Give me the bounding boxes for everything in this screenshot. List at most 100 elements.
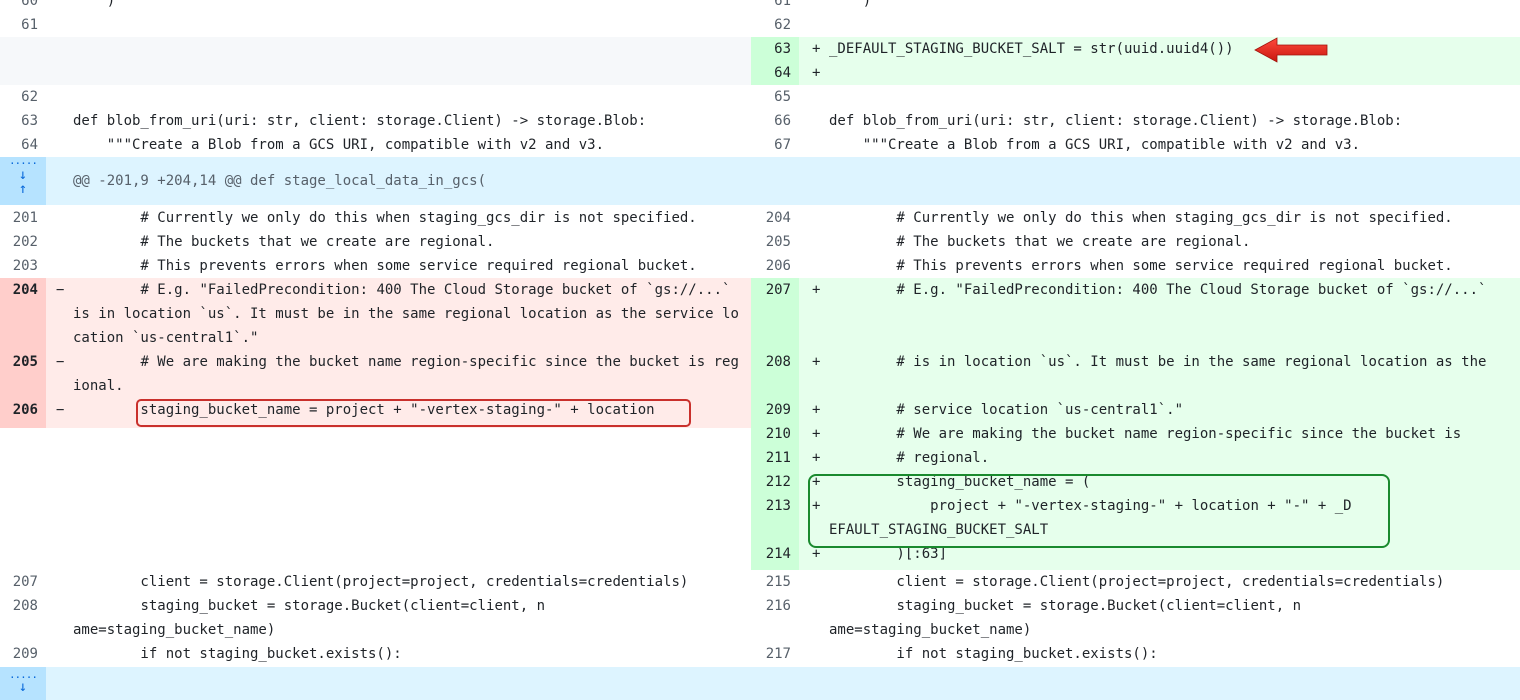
line-number[interactable]: 63 [0, 109, 46, 133]
code-line: # The buckets that we create are regiona… [829, 234, 1251, 250]
code-line: # This prevents errors when some service… [829, 258, 1453, 274]
line-number[interactable]: 212 [751, 470, 799, 494]
code-line: ) [829, 0, 872, 9]
line-number[interactable]: 63 [751, 37, 799, 61]
line-number[interactable]: 210 [751, 422, 799, 446]
code-line: def blob_from_uri(uri: str, client: stor… [829, 113, 1403, 129]
line-number[interactable]: 217 [751, 642, 799, 666]
line-number[interactable]: 204 [0, 278, 46, 350]
empty-side [0, 428, 751, 570]
code-line: # We are making the bucket name region-s… [829, 426, 1462, 442]
line-number[interactable]: 66 [751, 109, 799, 133]
diff-row-addition: 209 + # service location `us-central1`." [751, 398, 1520, 422]
diff-row-addition: 64 + [0, 61, 1520, 85]
line-number[interactable]: 211 [751, 446, 799, 470]
addition-marker: + [812, 282, 821, 298]
code-line: # E.g. "FailedPrecondition: 400 The Clou… [829, 282, 1487, 298]
diff-row-addition: 211 + # regional. [751, 446, 1520, 470]
code-line: """Create a Blob from a GCS URI, compati… [829, 137, 1361, 153]
line-number[interactable]: 64 [751, 61, 799, 85]
diff-row: 201 # Currently we only do this when sta… [0, 206, 1520, 230]
line-number[interactable]: 64 [0, 133, 46, 157]
deletion-marker: − [56, 282, 65, 298]
diff-row-addition: 207 + # E.g. "FailedPrecondition: 400 Th… [751, 278, 1520, 350]
addition-marker: + [812, 450, 821, 466]
line-number[interactable]: 61 [751, 0, 799, 13]
line-number[interactable]: 61 [0, 13, 46, 37]
line-number[interactable]: 208 [751, 350, 799, 398]
arrow-down-icon[interactable]: ↓ [0, 680, 46, 694]
code-line: # This prevents errors when some service… [73, 258, 697, 274]
hunk-header: ····· ↓ ↑ @@ -201,9 +204,14 @@ def stage… [0, 157, 1520, 205]
code-line: # Currently we only do this when staging… [73, 210, 697, 226]
code-line: # regional. [829, 450, 990, 466]
arrow-down-icon[interactable]: ↓ [0, 168, 46, 182]
line-number[interactable]: 208 [0, 594, 46, 642]
line-number[interactable]: 206 [0, 398, 46, 428]
diff-row: 61 62 [0, 13, 1520, 37]
code-line: _DEFAULT_STAGING_BUCKET_SALT = str(uuid.… [829, 37, 1520, 61]
diff-row: 208 staging_bucket = storage.Bucket(clie… [0, 594, 1520, 642]
code-line: client = storage.Client(project=project,… [73, 574, 689, 590]
code-line: # Currently we only do this when staging… [829, 210, 1453, 226]
line-number[interactable]: 207 [751, 278, 799, 350]
code-line-text: _DEFAULT_STAGING_BUCKET_SALT = str(uuid.… [829, 41, 1234, 57]
line-number[interactable]: 62 [751, 13, 799, 37]
code-line: """Create a Blob from a GCS URI, compati… [73, 137, 605, 153]
empty-side [0, 37, 751, 61]
line-number[interactable]: 209 [0, 642, 46, 666]
line-number[interactable]: 62 [0, 85, 46, 109]
expand-context-button[interactable]: ····· ↓ ↑ [0, 157, 46, 205]
diff-row: 63 def blob_from_uri(uri: str, client: st… [0, 109, 1520, 133]
line-number[interactable]: 65 [751, 85, 799, 109]
diff-row: 209 if not staging_bucket.exists(): 217 … [0, 642, 1520, 666]
code-line: staging_bucket = storage.Bucket(client=c… [73, 598, 546, 638]
line-number[interactable]: 205 [0, 350, 46, 398]
line-number[interactable]: 215 [751, 570, 799, 594]
expand-context-button[interactable]: ····· ↓ [0, 667, 46, 700]
diff-row-addition: 208 + # is in location `us`. It must be … [751, 350, 1520, 398]
line-number[interactable]: 207 [0, 570, 46, 594]
code-line: # is in location `us`. It must be in the… [829, 354, 1487, 370]
code-line: def blob_from_uri(uri: str, client: stor… [73, 113, 647, 129]
line-number[interactable]: 67 [751, 133, 799, 157]
split-diff-view: 60 ) 61 ) 61 62 63 + _DEFAULT_STAGING_BU… [0, 0, 1520, 700]
hunk-footer: ····· ↓ [0, 667, 1520, 700]
line-number[interactable]: 214 [751, 542, 799, 570]
code-line: client = storage.Client(project=project,… [829, 574, 1445, 590]
line-number[interactable]: 202 [0, 230, 46, 254]
diff-row: 64 """Create a Blob from a GCS URI, comp… [0, 133, 1520, 157]
line-number[interactable]: 203 [0, 254, 46, 278]
empty-side [0, 61, 751, 85]
code-line: if not staging_bucket.exists(): [829, 646, 1158, 662]
hunk-header-text: @@ -201,9 +204,14 @@ def stage_local_dat… [73, 173, 487, 189]
line-number[interactable]: 201 [0, 206, 46, 230]
diff-row-deletion: 205 − # We are making the bucket name re… [0, 350, 751, 398]
line-number[interactable]: 204 [751, 206, 799, 230]
line-number[interactable]: 205 [751, 230, 799, 254]
addition-marker: + [812, 354, 821, 370]
arrow-up-icon[interactable]: ↑ [0, 182, 46, 196]
line-number[interactable]: 60 [0, 0, 46, 13]
diff-row: 60 ) 61 ) [0, 0, 1520, 13]
deletion-marker: − [56, 354, 65, 370]
code-line: staging_bucket = storage.Bucket(client=c… [829, 598, 1302, 638]
line-number[interactable]: 213 [751, 494, 799, 542]
diff-row: 207 client = storage.Client(project=proj… [0, 570, 1520, 594]
addition-marker: + [812, 65, 821, 81]
line-number[interactable]: 216 [751, 594, 799, 642]
diff-row: 202 # The buckets that we create are reg… [0, 230, 1520, 254]
code-line: ) [73, 0, 116, 9]
line-number[interactable]: 209 [751, 398, 799, 422]
code-line: if not staging_bucket.exists(): [73, 646, 402, 662]
diff-row-deletion: 204 − # E.g. "FailedPrecondition: 400 Th… [0, 278, 751, 350]
highlight-box-removed-line [136, 399, 691, 427]
deletion-marker: − [56, 402, 65, 418]
addition-marker: + [812, 426, 821, 442]
line-number[interactable]: 206 [751, 254, 799, 278]
red-arrow-icon [1254, 37, 1328, 63]
diff-row: 62 65 [0, 85, 1520, 109]
addition-marker: + [812, 402, 821, 418]
code-line: # service location `us-central1`." [829, 402, 1184, 418]
code-line: # The buckets that we create are regiona… [73, 234, 495, 250]
